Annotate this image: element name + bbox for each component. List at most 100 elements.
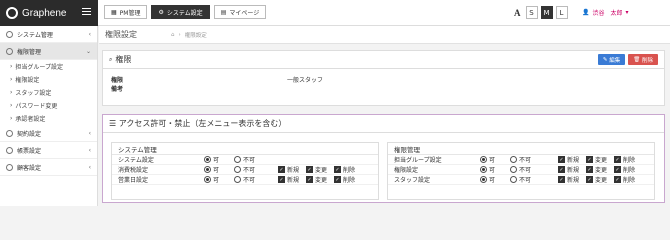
sidebar-subitem-approver[interactable]: › 承認者設定 [0,112,97,125]
allow-radio[interactable]: 可 [480,165,510,174]
deny-label: 不可 [243,157,256,164]
font-size-label: A [514,7,521,18]
create-checkbox[interactable]: ✓ 新規 [558,175,586,184]
sidebar-item-system[interactable]: システム管理 ‹ [0,26,97,43]
checkbox-label: 変更 [315,177,328,184]
allow-radio[interactable]: 可 [480,175,510,184]
gear-icon: ⚙ [158,8,164,16]
chevron-left-icon: ‹ [88,146,91,154]
checkbox-label: 新規 [567,157,580,164]
update-checkbox[interactable]: ✓ 変更 [586,165,614,174]
allow-radio[interactable]: 可 [204,175,234,184]
home-icon[interactable]: ⌂ [171,32,175,38]
sidebar-subitem-group[interactable]: › 担当グループ設定 [0,60,97,73]
chevron-right-icon: › [10,63,13,70]
sidebar-item-label: システム管理 [17,31,53,39]
checkbox-checked-icon: ✓ [586,176,593,183]
nav-pm-label: PM管理 [119,9,141,17]
nav-mypage-button[interactable]: ▤ マイページ [213,5,267,19]
sidebar-subitem-password[interactable]: › パスワード変更 [0,99,97,112]
box-title: システム管理 [112,143,378,155]
sidebar: システム管理 ‹ 権限管理 ⌄ › 担当グループ設定 › 権限設定 › スタッフ… [0,26,98,206]
sidebar-item-customer[interactable]: 顧客設定 ‹ [0,159,97,176]
update-checkbox[interactable]: ✓ 変更 [586,175,614,184]
nav-pm-button[interactable]: ▦ PM管理 [104,5,148,19]
create-checkbox[interactable]: ✓ 新規 [278,165,306,174]
deny-label: 不可 [519,157,532,164]
page-title: 権限設定 [105,30,137,39]
edit-button[interactable]: ✎ 編集 [597,54,626,65]
delete-checkbox[interactable]: ✓ 削除 [614,155,642,164]
sidebar-item-contract[interactable]: 契約設定 ‹ [0,125,97,142]
checkbox-label: 削除 [623,177,636,184]
checkbox-label: 新規 [567,177,580,184]
permission-detail-panel: ⌕ 権限 ✎ 編集 🗑 削除 権限 一般スタッフ 備考 [102,50,665,106]
deny-radio[interactable]: 不可 [234,175,264,184]
sidebar-item-report[interactable]: 帳票設定 ‹ [0,142,97,159]
checkbox-label: 削除 [343,167,356,174]
radio-checked-icon [204,156,211,163]
sidebar-subitem-label: スタッフ設定 [15,90,52,97]
checkbox-checked-icon: ✓ [586,156,593,163]
detail-row-permission: 権限 一般スタッフ [103,75,664,84]
delete-checkbox[interactable]: ✓ 削除 [614,165,642,174]
system-management-box: システム管理 システム設定 可 不可 消費税設定 可 不可 ✓ 新規 ✓ 変更 ✓ 削… [111,142,379,200]
nav-system-settings-button[interactable]: ⚙ システム設定 [151,5,210,19]
access-panel-header: ☰ アクセス許可・禁止（左メニュー表示を含む） [103,115,664,133]
checkbox-checked-icon: ✓ [558,176,565,183]
user-name: 渋谷 太郎 [592,10,623,17]
checkbox-checked-icon: ✓ [306,176,313,183]
handshake-icon [6,129,13,137]
allow-radio[interactable]: 可 [204,155,234,164]
deny-label: 不可 [243,167,256,174]
create-checkbox[interactable]: ✓ 新規 [558,155,586,164]
allow-label: 可 [489,167,496,174]
font-size-s-button[interactable]: S [525,6,538,19]
sidebar-item-permission[interactable]: 権限管理 ⌄ [0,43,97,60]
create-checkbox[interactable]: ✓ 新規 [558,165,586,174]
box-title: 権限管理 [388,143,654,155]
font-size-switcher: A S M L [514,6,568,19]
user-menu[interactable]: 👤 渋谷 太郎 ▾ [582,8,629,17]
page-header: 権限設定 ⌂ › 権限設定 [99,26,670,44]
update-checkbox[interactable]: ✓ 変更 [586,155,614,164]
brand-area[interactable]: Graphene [0,0,98,26]
checkbox-label: 変更 [595,177,608,184]
font-size-m-button[interactable]: M [540,6,553,19]
radio-unchecked-icon [234,156,241,163]
sidebar-subitem-permission[interactable]: › 権限設定 [0,73,97,86]
deny-radio[interactable]: 不可 [234,165,264,174]
checkbox-checked-icon: ✓ [278,176,285,183]
delete-checkbox[interactable]: ✓ 削除 [614,175,642,184]
create-checkbox[interactable]: ✓ 新規 [278,175,306,184]
deny-radio[interactable]: 不可 [234,155,264,164]
permission-name: 権限設定 [394,167,419,174]
top-nav: ▦ PM管理 ⚙ システム設定 ▤ マイページ [104,5,267,19]
delete-checkbox[interactable]: ✓ 削除 [334,175,362,184]
menu-toggle-icon[interactable] [82,8,91,17]
update-checkbox[interactable]: ✓ 変更 [306,175,334,184]
deny-radio[interactable]: 不可 [510,175,540,184]
crud-checkboxes: ✓ 新規 ✓ 変更 ✓ 削除 [278,165,362,174]
checkbox-label: 新規 [287,167,300,174]
detail-row-remarks: 備考 [103,84,664,93]
allow-radio[interactable]: 可 [204,165,234,174]
delete-button[interactable]: 🗑 削除 [628,54,658,65]
update-checkbox[interactable]: ✓ 変更 [306,165,334,174]
permission-row: 担当グループ設定 可 不可 ✓ 新規 ✓ 変更 ✓ 削除 [388,155,654,165]
allow-label: 可 [213,177,220,184]
delete-checkbox[interactable]: ✓ 削除 [334,165,362,174]
breadcrumb: ⌂ › 権限設定 [171,31,207,39]
checkbox-label: 変更 [595,157,608,164]
sidebar-subitem-label: 権限設定 [15,77,40,84]
sidebar-subitem-staff[interactable]: › スタッフ設定 [0,86,97,99]
detail-label: 権限 [111,77,124,84]
radio-checked-icon [480,156,487,163]
permission-name: スタッフ設定 [394,177,431,184]
allow-label: 可 [489,177,496,184]
allow-radio[interactable]: 可 [480,155,510,164]
deny-radio[interactable]: 不可 [510,155,540,164]
checkbox-checked-icon: ✓ [614,156,621,163]
font-size-l-button[interactable]: L [555,6,568,19]
deny-radio[interactable]: 不可 [510,165,540,174]
